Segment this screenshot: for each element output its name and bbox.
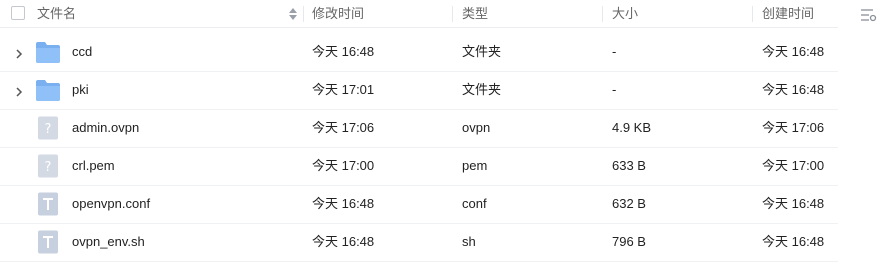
file-type: pem: [462, 158, 488, 173]
table-row[interactable]: ovpn_env.sh 今天 16:48 sh 796 B 今天 16:48: [0, 223, 838, 262]
unknown-file-icon: ?: [35, 154, 61, 178]
file-type: 文件夹: [462, 82, 502, 97]
column-header-size[interactable]: 大小: [612, 0, 638, 27]
file-size: 633 B: [612, 158, 646, 173]
file-size: -: [612, 82, 617, 97]
table-row[interactable]: pki 今天 17:01 文件夹 - 今天 16:48: [0, 71, 838, 110]
folder-icon: [35, 40, 61, 64]
created-time: 今天 17:06: [762, 120, 825, 135]
chevron-right-icon[interactable]: [14, 85, 24, 97]
table-row[interactable]: ? crl.pem 今天 17:00 pem 633 B 今天 17:00: [0, 147, 838, 186]
file-type: ovpn: [462, 120, 491, 135]
file-name: openvpn.conf: [72, 196, 151, 211]
created-time: 今天 16:48: [762, 44, 825, 59]
svg-text:?: ?: [45, 122, 52, 137]
column-divider[interactable]: [602, 6, 603, 22]
sort-icon[interactable]: [287, 6, 299, 22]
column-header-mtime[interactable]: 修改时间: [312, 0, 364, 27]
file-size: 796 B: [612, 234, 646, 249]
column-divider[interactable]: [303, 6, 304, 22]
select-all-checkbox[interactable]: [11, 6, 25, 20]
modified-time: 今天 17:01: [312, 82, 375, 97]
column-divider[interactable]: [452, 6, 453, 22]
svg-text:?: ?: [45, 160, 52, 175]
file-type: conf: [462, 196, 487, 211]
modified-time: 今天 16:48: [312, 44, 375, 59]
created-time: 今天 16:48: [762, 196, 825, 211]
file-name: ovpn_env.sh: [72, 234, 145, 249]
text-file-icon: [35, 192, 61, 216]
table-row[interactable]: ccd 今天 16:48 文件夹 - 今天 16:48: [0, 33, 838, 72]
table-row[interactable]: openvpn.conf 今天 16:48 conf 632 B 今天 16:48: [0, 185, 838, 224]
file-type: sh: [462, 234, 476, 249]
column-divider[interactable]: [752, 6, 753, 22]
created-time: 今天 16:48: [762, 82, 825, 97]
unknown-file-icon: ?: [35, 116, 61, 140]
file-size: 4.9 KB: [612, 120, 652, 135]
file-name: ccd: [72, 44, 93, 59]
file-size: -: [612, 44, 617, 59]
file-name: pki: [72, 82, 89, 97]
table-header: 文件名 修改时间 类型 大小 创建时间: [0, 0, 838, 28]
file-name: crl.pem: [72, 158, 115, 173]
modified-time: 今天 17:00: [312, 158, 375, 173]
modified-time: 今天 17:06: [312, 120, 375, 135]
folder-icon: [35, 78, 61, 102]
created-time: 今天 16:48: [762, 234, 825, 249]
column-settings-icon[interactable]: [860, 7, 878, 23]
text-file-icon: [35, 230, 61, 254]
modified-time: 今天 16:48: [312, 196, 375, 211]
modified-time: 今天 16:48: [312, 234, 375, 249]
file-size: 632 B: [612, 196, 646, 211]
created-time: 今天 17:00: [762, 158, 825, 173]
file-type: 文件夹: [462, 44, 502, 59]
column-header-name[interactable]: 文件名: [37, 0, 76, 27]
column-header-ctime[interactable]: 创建时间: [762, 0, 814, 27]
chevron-right-icon[interactable]: [14, 47, 24, 59]
column-header-type[interactable]: 类型: [462, 0, 488, 27]
table-row[interactable]: ? admin.ovpn 今天 17:06 ovpn 4.9 KB 今天 17:06: [0, 109, 838, 148]
file-name: admin.ovpn: [72, 120, 140, 135]
